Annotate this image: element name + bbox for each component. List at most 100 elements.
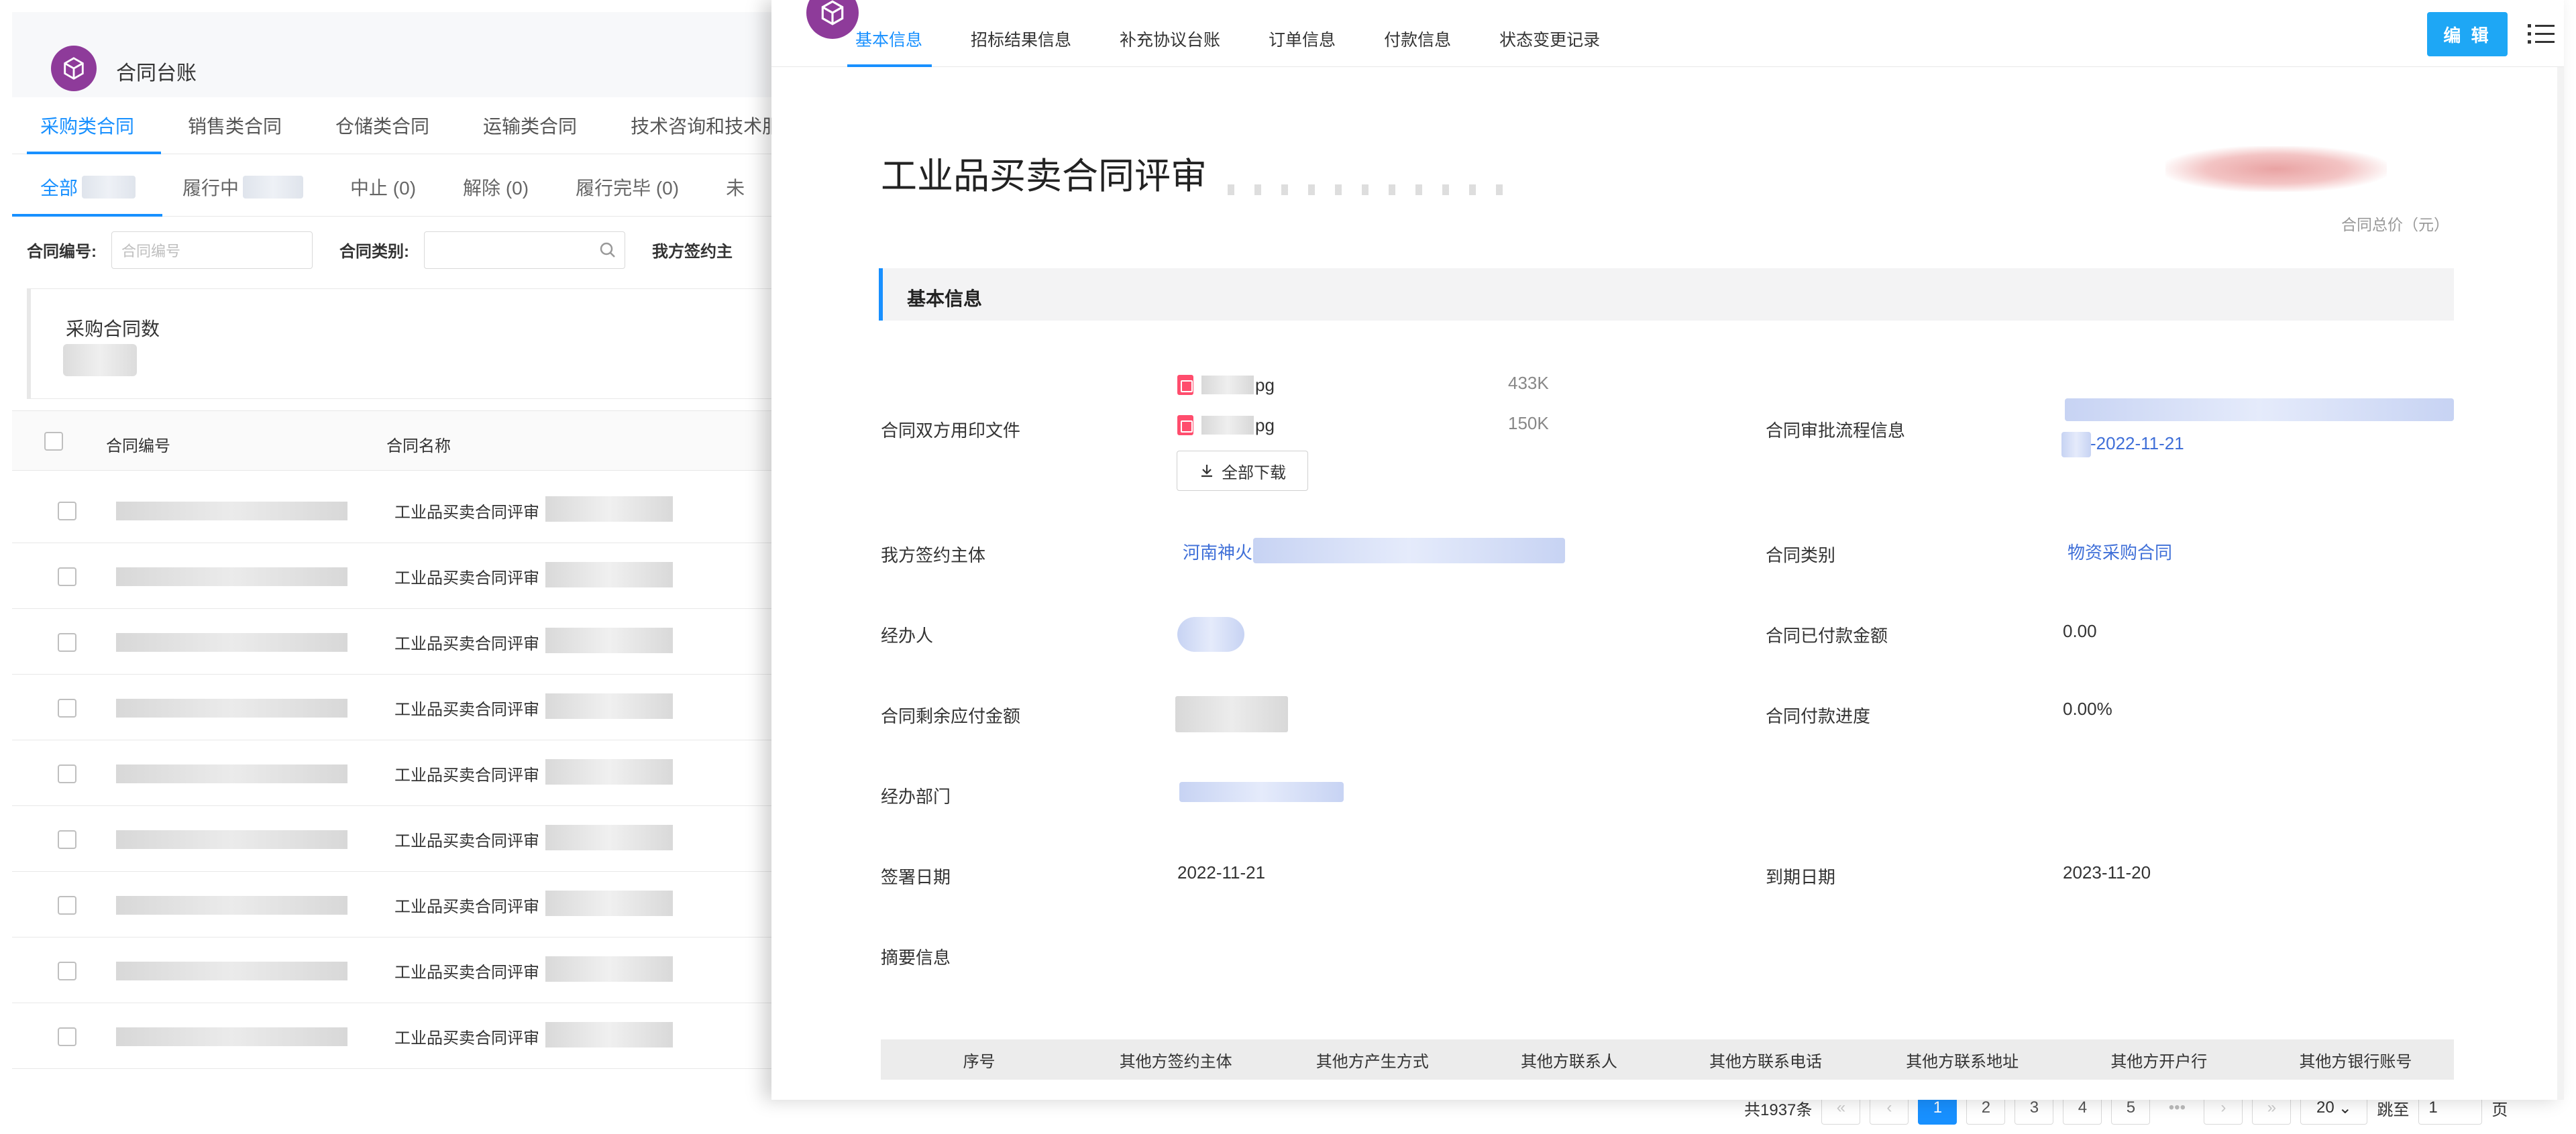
other-parties-table-header: 序号 其他方签约主体 其他方产生方式 其他方联系人 其他方联系电话 其他方联系地… bbox=[881, 1039, 2454, 1080]
remaining-amount-label: 合同剩余应付金额 bbox=[881, 706, 1021, 726]
row-code-blurred bbox=[116, 764, 347, 783]
contract-total-price-blurred bbox=[2165, 146, 2387, 192]
table-row[interactable]: 工业品买卖合同评审 bbox=[12, 872, 790, 938]
row-code-blurred bbox=[116, 699, 347, 718]
col-header-account: 其他方银行账号 bbox=[2299, 1052, 2412, 1071]
row-code-blurred bbox=[116, 567, 347, 586]
attachment-file[interactable]: pg bbox=[1177, 412, 1275, 439]
contract-title-suffix-blurred bbox=[1228, 184, 1509, 195]
tab-transport-contracts[interactable]: 运输类合同 bbox=[483, 97, 577, 154]
table-row[interactable]: 工业品买卖合同评审 bbox=[12, 543, 790, 609]
row-name: 工业品买卖合同评审 bbox=[394, 767, 539, 785]
row-code-blurred bbox=[116, 633, 347, 652]
contract-total-price-label: 合同总价（元） bbox=[2341, 216, 2449, 233]
status-tab-completed[interactable]: 履行完毕 (0) bbox=[576, 158, 679, 217]
status-tabs: 全部 履行中 中止 (0) 解除 (0) 履行完毕 (0) 未 bbox=[11, 158, 790, 217]
tab-tech-service-contracts[interactable]: 技术咨询和技术服 bbox=[631, 97, 781, 154]
status-tab-in-progress[interactable]: 履行中 bbox=[182, 158, 304, 217]
row-checkbox[interactable] bbox=[58, 764, 76, 783]
blurred-count bbox=[243, 175, 304, 199]
row-name: 工业品买卖合同评审 bbox=[394, 832, 539, 850]
table-row[interactable]: 工业品买卖合同评审 bbox=[12, 1003, 790, 1069]
tab-sales-contracts[interactable]: 销售类合同 bbox=[188, 97, 282, 154]
stats-value-blurred bbox=[63, 344, 137, 376]
expiry-date-value: 2023-11-20 bbox=[2063, 862, 2151, 883]
table-row[interactable]: 工业品买卖合同评审 bbox=[12, 609, 790, 675]
our-party-blurred bbox=[1253, 538, 1565, 563]
row-name-blurred bbox=[545, 496, 673, 522]
col-header-contact: 其他方联系人 bbox=[1520, 1052, 1617, 1071]
image-file-icon bbox=[1177, 375, 1193, 395]
handler-label: 经办人 bbox=[881, 626, 934, 646]
row-name-blurred bbox=[545, 628, 673, 653]
table-header: 合同编号 合同名称 bbox=[12, 410, 790, 471]
row-checkbox[interactable] bbox=[58, 1027, 76, 1046]
row-checkbox[interactable] bbox=[58, 896, 76, 915]
attachment-file[interactable]: pg bbox=[1177, 372, 1275, 398]
tab-status-history[interactable]: 状态变更记录 bbox=[1499, 27, 1600, 67]
col-header-name[interactable]: 合同名称 bbox=[386, 433, 451, 456]
row-checkbox[interactable] bbox=[58, 962, 76, 980]
table-row[interactable]: 工业品买卖合同评审 bbox=[12, 740, 790, 806]
col-header-code[interactable]: 合同编号 bbox=[106, 433, 170, 456]
file-name-blurred bbox=[1201, 416, 1254, 435]
status-tab-all[interactable]: 全部 bbox=[11, 158, 163, 217]
row-code-blurred bbox=[116, 896, 347, 915]
row-name-blurred bbox=[545, 562, 673, 587]
tab-supplementary-agreements[interactable]: 补充协议台账 bbox=[1120, 27, 1220, 67]
table-row[interactable]: 工业品买卖合同评审 bbox=[12, 675, 790, 740]
drawer-scrollbar[interactable] bbox=[2557, 67, 2564, 1100]
row-checkbox[interactable] bbox=[58, 502, 76, 520]
contract-type-tabs: 采购类合同 销售类合同 仓储类合同 运输类合同 技术咨询和技术服 bbox=[12, 97, 790, 154]
row-code-blurred bbox=[116, 502, 347, 520]
sign-date-label: 签署日期 bbox=[881, 867, 951, 887]
col-header-phone: 其他方联系电话 bbox=[1709, 1052, 1823, 1071]
our-party-value[interactable]: 河南神火 bbox=[1183, 539, 1252, 564]
approval-flow-blurred bbox=[2065, 398, 2454, 421]
approval-flow-label: 合同审批流程信息 bbox=[1766, 420, 1906, 441]
status-tab-more[interactable]: 未 bbox=[726, 158, 745, 217]
contract-detail-drawer: 基本信息 招标结果信息 补充协议台账 订单信息 付款信息 状态变更记录 编 辑 … bbox=[771, 0, 2564, 1100]
contract-type-select[interactable] bbox=[424, 231, 625, 269]
file-extension: pg bbox=[1255, 374, 1275, 395]
row-name: 工业品买卖合同评审 bbox=[394, 898, 539, 916]
paid-amount-value: 0.00 bbox=[2063, 621, 2097, 641]
section-title: 基本信息 bbox=[907, 288, 983, 309]
app-logo-icon bbox=[51, 46, 97, 91]
list-menu-icon[interactable] bbox=[2528, 23, 2555, 46]
download-all-button[interactable]: 全部下载 bbox=[1177, 451, 1308, 491]
tab-basic-info[interactable]: 基本信息 bbox=[847, 27, 932, 67]
row-name: 工业品买卖合同评审 bbox=[394, 1029, 539, 1047]
stats-label: 采购合同数 bbox=[66, 319, 160, 339]
row-checkbox[interactable] bbox=[58, 830, 76, 849]
tab-payments[interactable]: 付款信息 bbox=[1384, 27, 1451, 67]
contract-no-input[interactable]: 合同编号 bbox=[111, 231, 313, 269]
file-size: 150K bbox=[1508, 413, 1549, 433]
contract-category-label: 合同类别 bbox=[1766, 545, 1836, 565]
tab-orders[interactable]: 订单信息 bbox=[1269, 27, 1336, 67]
approval-flow-link[interactable]: -2022-11-21 bbox=[2090, 433, 2184, 454]
tab-storage-contracts[interactable]: 仓储类合同 bbox=[335, 97, 429, 154]
edit-button[interactable]: 编 辑 bbox=[2427, 12, 2508, 56]
status-tab-suspended[interactable]: 中止 (0) bbox=[350, 158, 416, 217]
payment-progress-value: 0.00% bbox=[2063, 699, 2112, 719]
row-checkbox[interactable] bbox=[58, 633, 76, 652]
department-label: 经办部门 bbox=[881, 787, 951, 807]
table-row[interactable]: 工业品买卖合同评审 bbox=[12, 938, 790, 1003]
row-checkbox[interactable] bbox=[58, 567, 76, 586]
file-size: 433K bbox=[1508, 373, 1549, 393]
row-code-blurred bbox=[116, 1027, 347, 1046]
table-row[interactable]: 工业品买卖合同评审 bbox=[12, 477, 790, 543]
row-name: 工业品买卖合同评审 bbox=[394, 635, 539, 653]
row-code-blurred bbox=[116, 830, 347, 849]
tab-bid-results[interactable]: 招标结果信息 bbox=[971, 27, 1071, 67]
drawer-tabs: 基本信息 招标结果信息 补充协议台账 订单信息 付款信息 状态变更记录 bbox=[847, 27, 1648, 67]
app-title: 合同台账 bbox=[116, 62, 197, 84]
col-header-bank: 其他方开户行 bbox=[2110, 1052, 2208, 1071]
select-all-checkbox[interactable] bbox=[44, 432, 63, 451]
row-checkbox[interactable] bbox=[58, 699, 76, 718]
page-ellipsis[interactable]: ••• bbox=[2159, 1098, 2194, 1117]
table-row[interactable]: 工业品买卖合同评审 bbox=[12, 806, 790, 872]
tab-purchase-contracts[interactable]: 采购类合同 bbox=[26, 97, 162, 154]
status-tab-terminated[interactable]: 解除 (0) bbox=[463, 158, 529, 217]
